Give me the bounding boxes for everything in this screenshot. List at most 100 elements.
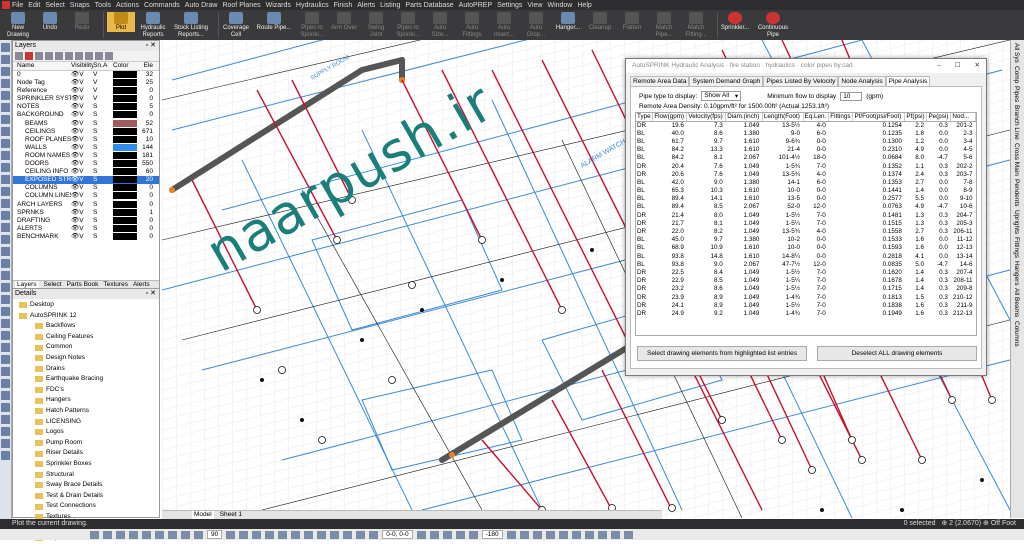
table-row[interactable]: BL 89.4 8.5 2.067 52-0 12-0 0.0763 4.9 -4.7 10-6 bbox=[636, 203, 976, 211]
tool-icon[interactable] bbox=[1, 127, 10, 136]
table-row[interactable]: BL 65.3 10.3 1.610 10-0 0-0 0.1441 1.4 0.0 8-9 bbox=[636, 187, 976, 195]
position-field[interactable]: 0-0, 0-0 bbox=[382, 530, 413, 539]
snap-icon[interactable] bbox=[278, 530, 288, 539]
layer-row[interactable]: Node Tag 👁V V 25 bbox=[13, 79, 159, 87]
tool-icon[interactable] bbox=[1, 415, 10, 424]
layer-snap[interactable]: S bbox=[93, 103, 103, 111]
layer-tool-icon[interactable] bbox=[105, 52, 113, 60]
column-header[interactable]: Fittings bbox=[828, 113, 854, 122]
menu-help[interactable]: Help bbox=[577, 2, 591, 9]
column-header[interactable]: Pf/Foot(psi/Foot) bbox=[852, 113, 906, 122]
snap-icon[interactable] bbox=[356, 530, 366, 539]
menu-view[interactable]: View bbox=[527, 2, 542, 9]
menu-wizards[interactable]: Wizards bbox=[266, 2, 291, 9]
layer-visibility[interactable]: 👁V bbox=[71, 87, 93, 95]
layer-visibility[interactable]: 👁V bbox=[71, 209, 93, 217]
layer-color-swatch[interactable] bbox=[113, 111, 139, 119]
tool-icon[interactable] bbox=[1, 79, 10, 88]
col-visibility[interactable]: Visibility bbox=[71, 62, 93, 70]
tree-item[interactable]: Hatch Patterns bbox=[13, 406, 159, 417]
snap-icon[interactable] bbox=[623, 530, 633, 539]
col-color[interactable]: Color bbox=[113, 62, 139, 70]
layer-row[interactable]: COLUMNS 👁V S 0 bbox=[13, 184, 159, 192]
tool-icon[interactable] bbox=[1, 271, 10, 280]
layer-snap[interactable]: S bbox=[93, 192, 103, 200]
table-row[interactable]: BL 68.9 10.9 1.610 10-0 0-0 0.1593 1.6 0.0 12-13 bbox=[636, 244, 976, 252]
delete-layer-icon[interactable] bbox=[25, 52, 33, 60]
tree-item[interactable]: Backflows bbox=[13, 321, 159, 332]
table-row[interactable]: DR 24.9 9.2 1.049 1-4¾ 7-0 0.1949 1.6 0.3 212-13 bbox=[636, 309, 976, 317]
snap-icon[interactable] bbox=[239, 530, 249, 539]
side-tab[interactable]: Hangers bbox=[1013, 261, 1020, 286]
layer-color-swatch[interactable] bbox=[113, 119, 139, 128]
layer-tool-icon[interactable] bbox=[95, 52, 103, 60]
layer-row[interactable]: WALLS 👁V S 144 bbox=[13, 143, 159, 152]
layer-row[interactable]: BACKGROUND 👁V S 0 bbox=[13, 111, 159, 119]
column-header[interactable]: Pf(psi) bbox=[904, 113, 928, 122]
tool-icon[interactable] bbox=[1, 115, 10, 124]
tool-icon[interactable] bbox=[1, 439, 10, 448]
tool-icon[interactable] bbox=[1, 403, 10, 412]
layer-snap[interactable]: S bbox=[93, 225, 103, 233]
tab-model[interactable]: Model bbox=[192, 511, 214, 519]
column-header[interactable]: Type bbox=[636, 113, 654, 122]
tree-item[interactable]: Desktop bbox=[13, 300, 159, 311]
pipes-to-sprinklers-2-button[interactable]: Pipes to Sprinkl... bbox=[394, 12, 422, 39]
tree-item[interactable]: Design Notes bbox=[13, 353, 159, 364]
tool-icon[interactable] bbox=[1, 55, 10, 64]
continuous-pipe-button[interactable]: Continuous Pipe bbox=[753, 12, 793, 39]
layer-color-swatch[interactable] bbox=[113, 224, 139, 233]
tree-item[interactable]: Ceiling Features bbox=[13, 332, 159, 343]
side-tab[interactable]: All Beams bbox=[1013, 288, 1020, 317]
plot-button[interactable]: Plot bbox=[107, 12, 135, 32]
tool-icon[interactable] bbox=[1, 67, 10, 76]
layer-visibility[interactable]: 👁V bbox=[71, 201, 93, 209]
table-row[interactable]: BL 45.0 9.7 1.380 10-2 0-0 0.1533 1.6 0.0 11-12 bbox=[636, 236, 976, 244]
layer-tool-icon[interactable] bbox=[75, 52, 83, 60]
layer-row[interactable]: Reference 👁V V 0 bbox=[13, 87, 159, 95]
layer-color-swatch[interactable] bbox=[113, 168, 139, 176]
snap-icon[interactable] bbox=[442, 530, 452, 539]
layer-visibility[interactable]: 👁V bbox=[71, 128, 93, 136]
table-row[interactable]: DR 21.4 8.0 1.049 1-5½ 7-0 0.1481 1.3 0.3 204-7 bbox=[636, 211, 976, 219]
table-row[interactable]: BL 40.0 8.6 1.380 9-0 6-0 0.1235 1.8 0.0 2-3 bbox=[636, 129, 976, 137]
side-tab[interactable]: All Sys bbox=[1013, 43, 1020, 63]
pipe-analysis-table[interactable]: Type Flow(gpm) Velocity(fps) Diam.(inch) Len… bbox=[635, 112, 977, 336]
table-row[interactable]: BL 42.0 9.0 1.380 14-1 6-0 0.1353 2.7 0.0 7-8 bbox=[636, 178, 976, 186]
snap-icon[interactable] bbox=[468, 530, 478, 539]
menu-edit[interactable]: Edit bbox=[28, 2, 40, 9]
layer-visibility[interactable]: 👁V bbox=[71, 168, 93, 176]
tool-icon[interactable] bbox=[1, 367, 10, 376]
layer-color-swatch[interactable] bbox=[113, 208, 139, 217]
layer-color-swatch[interactable] bbox=[113, 160, 139, 168]
tool-icon[interactable] bbox=[1, 355, 10, 364]
table-row[interactable]: BL 89.4 14.1 1.610 13-5 0-0 0.2577 5.5 0.0 9-10 bbox=[636, 195, 976, 203]
tree-item[interactable]: AutoSPRINK 12 bbox=[13, 311, 159, 322]
layer-visibility[interactable]: 👁V bbox=[71, 71, 93, 79]
flatten-button[interactable]: Flatten bbox=[618, 12, 646, 32]
table-row[interactable]: BL 84.2 8.1 2.067 101-4½ 18-0 0.0684 8.0 -4.7 5-6 bbox=[636, 154, 976, 162]
snap-icon[interactable] bbox=[194, 530, 203, 539]
layer-row[interactable]: ARCH LAYERS 👁V S 0 bbox=[13, 200, 159, 209]
snap-icon[interactable] bbox=[571, 530, 581, 539]
tool-icon[interactable] bbox=[1, 307, 10, 316]
tree-item[interactable]: FDC's bbox=[13, 385, 159, 396]
menu-listing[interactable]: Listing bbox=[380, 2, 400, 9]
tree-item[interactable]: Hangers bbox=[13, 395, 159, 406]
layer-tool-icon[interactable] bbox=[55, 52, 63, 60]
layer-color-swatch[interactable] bbox=[113, 200, 139, 209]
snap-icon[interactable] bbox=[519, 530, 529, 539]
layer-row[interactable]: 0 👁V V 32 bbox=[13, 71, 159, 79]
layer-color-swatch[interactable] bbox=[113, 232, 139, 241]
arm-over-button[interactable]: Arm Over bbox=[330, 12, 358, 32]
layer-snap[interactable]: S bbox=[93, 184, 103, 192]
layer-row[interactable]: ROOM NAMES 👁V S 181 bbox=[13, 151, 159, 160]
layer-snap[interactable]: S bbox=[93, 136, 103, 144]
side-tab[interactable]: Pendents bbox=[1013, 179, 1020, 206]
tool-icon[interactable] bbox=[1, 223, 10, 232]
layer-visibility[interactable]: 👁V bbox=[71, 120, 93, 128]
tool-icon[interactable] bbox=[1, 451, 10, 460]
close-icon[interactable]: ▫ ✕ bbox=[146, 289, 156, 299]
pipe-type-select[interactable]: Show All ▾ bbox=[701, 91, 742, 101]
table-row[interactable]: BL 61.7 9.7 1.610 9-6¾ 0-0 0.1300 1.2 0.0 3-4 bbox=[636, 137, 976, 145]
